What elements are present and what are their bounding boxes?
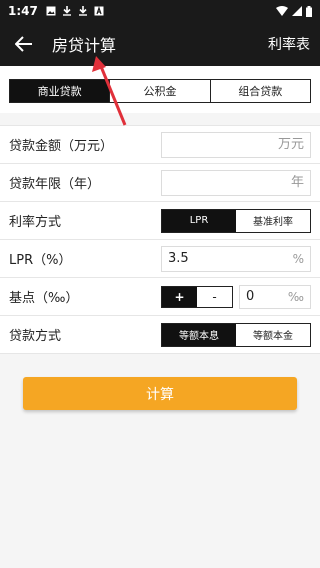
back-arrow-icon xyxy=(15,36,32,52)
app-notification-icon xyxy=(94,6,104,16)
status-time: 1:47 xyxy=(8,4,38,18)
rate-mode-toggle: LPR 基准利率 xyxy=(161,208,311,233)
lpr-value: 3.5 xyxy=(168,251,189,266)
tab-provident-fund[interactable]: 公积金 xyxy=(109,80,210,102)
amount-field-box xyxy=(161,131,311,158)
amount-input[interactable] xyxy=(168,137,304,152)
years-field-box xyxy=(161,169,311,196)
system-icons xyxy=(276,5,312,17)
repay-method-toggle: 等额本息 等额本金 xyxy=(161,322,311,347)
calculate-button[interactable]: 计算 xyxy=(23,377,297,410)
battery-icon xyxy=(306,5,312,17)
basis-points-row: 基点（‰） + - 0 ‰ xyxy=(0,278,320,316)
download-icon xyxy=(78,6,87,16)
back-button[interactable] xyxy=(12,32,36,56)
calculate-section: 计算 xyxy=(0,354,320,433)
repay-equal-principal[interactable]: 等额本金 xyxy=(236,323,310,346)
rate-mode-label: 利率方式 xyxy=(9,215,62,230)
tab-combined-loan[interactable]: 组合贷款 xyxy=(209,80,310,102)
lpr-input[interactable]: 3.5 % xyxy=(161,245,311,272)
lpr-row: LPR（%） 3.5 % xyxy=(0,240,320,278)
loan-type-section: 商业贷款 公积金 组合贷款 xyxy=(0,66,320,113)
basis-points-input[interactable]: 0 ‰ xyxy=(239,284,311,309)
page-title: 房贷计算 xyxy=(52,36,117,55)
app-bar: 房贷计算 利率表 xyxy=(0,22,320,66)
repay-equal-installment[interactable]: 等额本息 xyxy=(162,323,236,346)
basis-points-stepper: + - 0 ‰ xyxy=(161,284,311,309)
basis-points-label: 基点（‰） xyxy=(9,291,79,306)
repay-method-row: 贷款方式 等额本息 等额本金 xyxy=(0,316,320,354)
amount-row: 贷款金额（万元） xyxy=(0,126,320,164)
basis-points-unit: ‰ xyxy=(287,289,304,304)
signal-icon xyxy=(292,6,302,16)
basis-points-value: 0 xyxy=(246,289,255,304)
image-notification-icon xyxy=(46,6,56,16)
download-icon xyxy=(62,6,71,16)
years-label: 贷款年限（年） xyxy=(9,177,101,192)
rate-mode-row: 利率方式 LPR 基准利率 xyxy=(0,202,320,240)
rate-table-link[interactable]: 利率表 xyxy=(268,34,310,54)
wifi-icon xyxy=(276,6,288,16)
rate-mode-benchmark[interactable]: 基准利率 xyxy=(236,209,310,232)
loan-form: 贷款金额（万元） 贷款年限（年） 利率方式 LPR 基准利率 LPR（%） 3.… xyxy=(0,125,320,354)
years-input[interactable] xyxy=(168,175,304,190)
plus-button[interactable]: + xyxy=(162,286,197,307)
tab-commercial-loan[interactable]: 商业贷款 xyxy=(10,80,110,102)
repay-method-label: 贷款方式 xyxy=(9,329,62,344)
rate-mode-lpr[interactable]: LPR xyxy=(162,209,236,232)
plus-minus-toggle: + - xyxy=(161,285,233,308)
notification-icons xyxy=(46,6,104,16)
years-row: 贷款年限（年） xyxy=(0,164,320,202)
status-bar: 1:47 xyxy=(0,0,320,22)
lpr-unit: % xyxy=(292,251,304,266)
amount-label: 贷款金额（万元） xyxy=(9,139,114,154)
lpr-label: LPR（%） xyxy=(9,253,72,268)
loan-type-tabs: 商业贷款 公积金 组合贷款 xyxy=(9,79,311,103)
minus-button[interactable]: - xyxy=(197,286,232,307)
